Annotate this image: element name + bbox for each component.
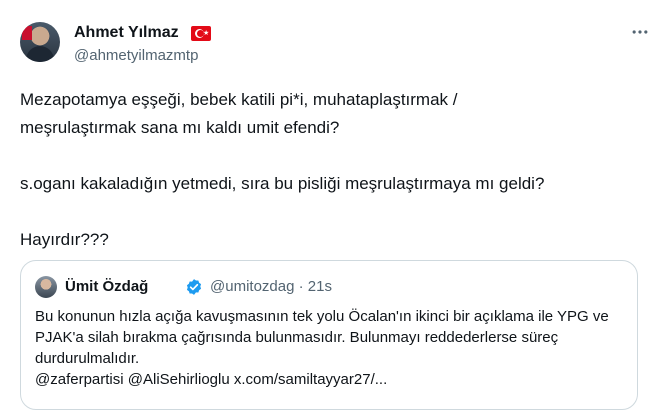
separator-dot: ·	[298, 278, 304, 295]
author-avatar[interactable]	[20, 22, 60, 62]
quoted-tweet-card[interactable]: Ümit Özdağ @umitozdag · 21s Bu konunun h…	[20, 260, 638, 410]
quoted-mentions: @zaferpartisi @AliSehirlioglu x.com/sami…	[35, 371, 388, 388]
quoted-tweet-text: Bu konunun hızla açığa kavuşmasının tek …	[35, 306, 635, 390]
quoted-body: Bu konunun hızla açığa kavuşmasının tek …	[35, 308, 609, 367]
more-horizontal-icon[interactable]	[628, 20, 652, 44]
author-name[interactable]: Ahmet Yılmaz	[74, 24, 179, 42]
turkey-flag-icon: ★	[191, 26, 211, 41]
quoted-author-handle[interactable]: @umitozdag	[210, 278, 294, 295]
quoted-timestamp[interactable]: 21s	[308, 278, 332, 295]
avatar-figure	[26, 46, 54, 62]
avatar-background-flag	[22, 26, 32, 40]
verified-badge-icon	[185, 278, 203, 296]
quoted-handle-time[interactable]: @umitozdag · 21s	[210, 278, 332, 295]
author-handle[interactable]: @ahmetyilmazmtp	[74, 47, 198, 64]
quoted-author-name[interactable]: Ümit Özdağ	[65, 278, 148, 295]
tweet-text: Mezapotamya eşşeği, bebek katili pi*i, m…	[20, 90, 545, 249]
quoted-author-avatar[interactable]	[35, 276, 57, 298]
